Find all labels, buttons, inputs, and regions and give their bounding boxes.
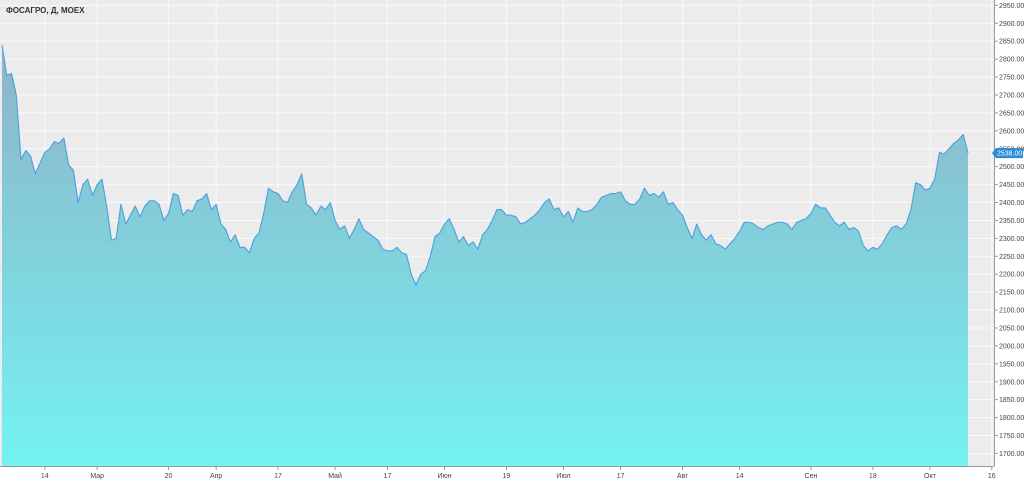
x-tick-label: 16 — [988, 473, 996, 480]
y-tick-label: 1750.00 — [999, 433, 1024, 440]
y-tick-label: 2350.00 — [999, 218, 1024, 225]
y-tick-label: 1850.00 — [999, 397, 1024, 404]
x-tick-label: Май — [328, 472, 342, 480]
y-tick-label: 2500.00 — [999, 164, 1024, 171]
x-tick-label: 19 — [503, 473, 511, 480]
y-tick-label: 2650.00 — [999, 110, 1024, 117]
x-tick-label: Мар — [90, 473, 104, 480]
x-tick-label: Сен — [805, 473, 818, 480]
x-tick-label: Июн — [437, 473, 451, 480]
x-tick-label: 18 — [869, 473, 877, 480]
x-tick-label: 17 — [384, 473, 392, 480]
x-tick-label: 14 — [736, 473, 744, 480]
y-tick-label: 2700.00 — [999, 92, 1024, 99]
x-tick-label: Окт — [924, 473, 937, 480]
y-tick-label: 2900.00 — [999, 21, 1024, 28]
y-tick-label: 2600.00 — [999, 128, 1024, 135]
y-tick-label: 2850.00 — [999, 39, 1024, 46]
y-tick-label: 1800.00 — [999, 415, 1024, 422]
y-tick-label: 2450.00 — [999, 182, 1024, 189]
last-value-marker: 2538.00 — [992, 148, 1023, 159]
x-tick-label: Авг — [677, 473, 688, 480]
y-tick-label: 2300.00 — [999, 236, 1024, 243]
y-tick-label: 2800.00 — [999, 57, 1024, 64]
y-tick-label: 1700.00 — [999, 451, 1024, 458]
x-axis: 14 Мар 20 Апр 17 Май 17 Июн 19 Июл 17 Авг 14 Сен 18 Окт… — [41, 466, 996, 480]
x-tick-label: 14 — [41, 473, 49, 480]
y-tick-label: 2200.00 — [999, 272, 1024, 279]
y-tick-label: 2950.00 — [999, 3, 1024, 10]
y-tick-label: 1900.00 — [999, 379, 1024, 386]
y-tick-label: 1950.00 — [999, 361, 1024, 368]
chart-title: ФОСАГРО, Д, MOEX — [6, 6, 85, 15]
y-tick-label: 2000.00 — [999, 343, 1024, 350]
y-tick-label: 2750.00 — [999, 75, 1024, 82]
x-tick-label: 20 — [165, 473, 173, 480]
stock-chart[interactable]: 1700.00 1750.00 1800.00 1850.00 1900.00 1950.… — [0, 0, 1024, 483]
chart-canvas[interactable]: 1700.00 1750.00 1800.00 1850.00 1900.00 1950.… — [0, 0, 1024, 483]
last-value-label: 2538.00 — [997, 151, 1022, 158]
x-tick-label: Апр — [210, 473, 222, 480]
y-tick-label: 2150.00 — [999, 290, 1024, 297]
x-tick-label: Июл — [556, 473, 570, 480]
y-axis: 1700.00 1750.00 1800.00 1850.00 1900.00 1950.… — [994, 3, 1024, 458]
y-tick-label: 2050.00 — [999, 325, 1024, 332]
y-tick-label: 2100.00 — [999, 308, 1024, 315]
x-tick-label: 17 — [274, 473, 282, 480]
y-tick-label: 2400.00 — [999, 200, 1024, 207]
x-tick-label: 17 — [617, 473, 625, 480]
y-tick-label: 2250.00 — [999, 254, 1024, 261]
